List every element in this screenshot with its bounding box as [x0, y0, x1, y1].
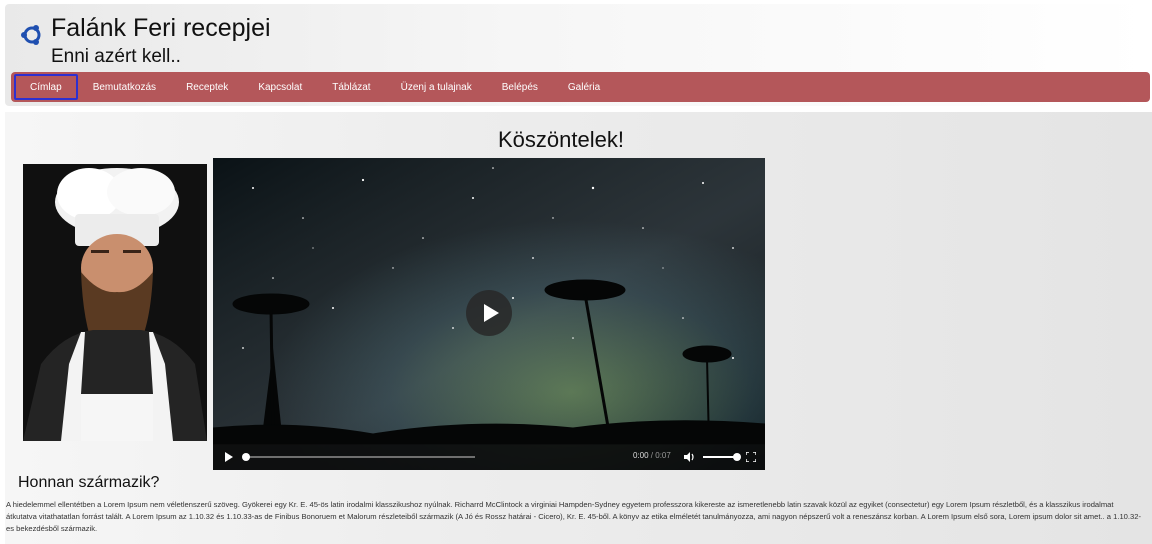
nav-item-tablazat[interactable]: Táblázat — [317, 73, 385, 101]
volume-icon[interactable] — [683, 451, 695, 463]
chef-photo — [23, 164, 207, 441]
current-time: 0:00 — [633, 451, 649, 460]
video-player[interactable]: 0:00 / 0:07 — [213, 158, 765, 470]
nav-item-belepes[interactable]: Belépés — [487, 73, 553, 101]
video-controls: 0:00 / 0:07 — [213, 444, 765, 470]
section-text: A hiedelemmel ellentétben a Lorem Ipsum … — [6, 500, 1141, 533]
nav-item-bemutatkozas[interactable]: Bemutatkozás — [78, 73, 171, 101]
duration: 0:07 — [655, 451, 671, 460]
page-heading: Köszöntelek! — [498, 127, 624, 152]
nav-item-cimlap[interactable]: Címlap — [14, 74, 78, 100]
section-title: Honnan származik? — [18, 474, 160, 491]
volume-thumb[interactable] — [733, 453, 741, 461]
progress-thumb[interactable] — [242, 453, 250, 461]
nav-item-receptek[interactable]: Receptek — [171, 73, 243, 101]
nav-item-kapcsolat[interactable]: Kapcsolat — [243, 73, 317, 101]
progress-track[interactable] — [242, 453, 475, 461]
play-overlay-button[interactable] — [465, 289, 513, 337]
nav-item-uzenj[interactable]: Üzenj a tulajnak — [386, 73, 487, 101]
volume-slider[interactable] — [703, 453, 741, 461]
time-display: 0:00 / 0:07 — [633, 451, 671, 460]
main-navbar: Címlap Bemutatkozás Receptek Kapcsolat T… — [11, 72, 1150, 102]
nav-item-galeria[interactable]: Galéria — [553, 73, 615, 101]
site-title: Falánk Feri recepjei — [51, 14, 271, 42]
fullscreen-icon[interactable] — [746, 452, 756, 462]
ubuntu-logo-icon — [21, 25, 41, 45]
play-icon[interactable] — [224, 452, 234, 462]
site-subtitle: Enni azért kell.. — [51, 46, 181, 67]
